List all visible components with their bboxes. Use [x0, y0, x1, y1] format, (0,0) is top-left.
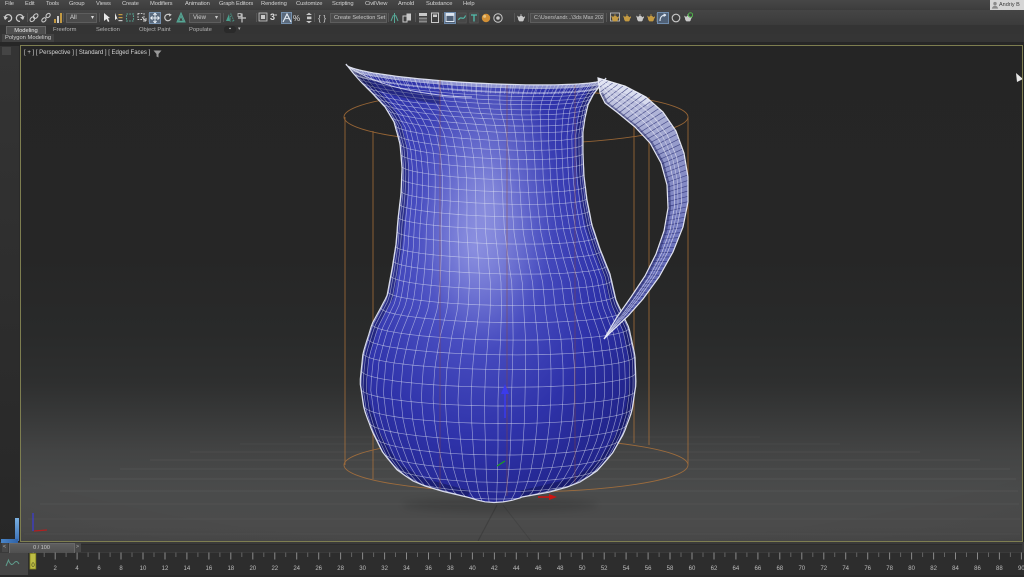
svg-text:58: 58: [667, 566, 674, 572]
svg-text:78: 78: [886, 566, 893, 572]
svg-text:68: 68: [776, 566, 783, 572]
svg-text:32: 32: [381, 566, 388, 572]
svg-text:74: 74: [842, 566, 849, 572]
svg-text:12: 12: [162, 566, 169, 572]
svg-text:36: 36: [425, 566, 432, 572]
svg-text:18: 18: [227, 566, 234, 572]
svg-text:34: 34: [403, 566, 410, 572]
svg-text:84: 84: [952, 566, 959, 572]
svg-text:60: 60: [689, 566, 696, 572]
svg-text:82: 82: [930, 566, 937, 572]
svg-text:2: 2: [54, 566, 58, 572]
svg-text:62: 62: [711, 566, 718, 572]
svg-text:24: 24: [293, 566, 300, 572]
svg-text:72: 72: [820, 566, 827, 572]
svg-text:20: 20: [249, 566, 256, 572]
svg-text:90: 90: [1018, 566, 1024, 572]
svg-text:10: 10: [140, 566, 147, 572]
svg-text:86: 86: [974, 566, 981, 572]
svg-text:30: 30: [359, 566, 366, 572]
svg-text:22: 22: [271, 566, 278, 572]
svg-text:6: 6: [97, 566, 101, 572]
svg-text:40: 40: [469, 566, 476, 572]
svg-text:50: 50: [579, 566, 586, 572]
svg-text:16: 16: [206, 566, 213, 572]
svg-text:54: 54: [623, 566, 630, 572]
svg-text:4: 4: [75, 566, 79, 572]
svg-text:76: 76: [864, 566, 871, 572]
svg-text:38: 38: [447, 566, 454, 572]
svg-text:56: 56: [645, 566, 652, 572]
svg-text:70: 70: [798, 566, 805, 572]
svg-text:48: 48: [557, 566, 564, 572]
svg-text:52: 52: [601, 566, 608, 572]
svg-text:14: 14: [184, 566, 191, 572]
svg-text:42: 42: [491, 566, 498, 572]
svg-text:80: 80: [908, 566, 915, 572]
svg-text:66: 66: [755, 566, 762, 572]
svg-text:88: 88: [996, 566, 1003, 572]
svg-text:26: 26: [315, 566, 322, 572]
svg-text:8: 8: [119, 566, 123, 572]
svg-text:44: 44: [513, 566, 520, 572]
svg-text:64: 64: [733, 566, 740, 572]
svg-text:28: 28: [337, 566, 344, 572]
svg-text:46: 46: [535, 566, 542, 572]
